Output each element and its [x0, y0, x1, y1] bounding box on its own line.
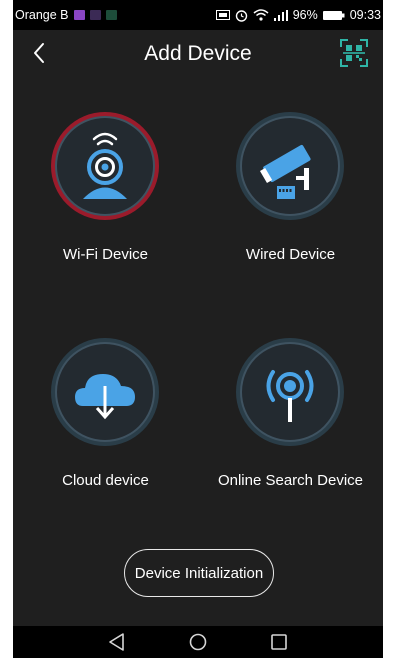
mail-notification-icon [89, 10, 101, 20]
option-online-search-device[interactable]: Online Search Device [198, 336, 383, 506]
square-recents-icon [271, 634, 287, 650]
system-nav-bar [13, 626, 383, 658]
option-cloud-device[interactable]: Cloud device [13, 336, 198, 506]
nav-recents-button[interactable] [267, 632, 291, 652]
page-title: Add Device [144, 42, 252, 65]
broadcast-antenna-icon [236, 338, 344, 446]
media-notification-icon [105, 10, 117, 20]
wired-camera-icon [236, 112, 344, 220]
nav-back-button[interactable] [105, 632, 129, 652]
option-label: Cloud device [62, 472, 149, 489]
battery-icon [322, 10, 345, 20]
option-wired-device[interactable]: Wired Device [198, 110, 383, 280]
cloud-download-icon [51, 338, 159, 446]
wifi-camera-icon [51, 112, 159, 220]
triangle-back-icon [109, 633, 124, 651]
app-notification-icon [73, 10, 85, 20]
nfc-icon [215, 10, 230, 20]
scan-qr-button[interactable] [339, 38, 369, 68]
signal-icon [273, 9, 288, 21]
status-right: 96% 09:33 [215, 8, 381, 22]
alarm-icon [235, 9, 247, 22]
carrier-name: Orange B [15, 8, 69, 22]
status-bar: Orange B 96% 09:33 [13, 0, 383, 30]
option-label: Wired Device [245, 246, 336, 263]
circle-home-icon [189, 633, 207, 651]
qr-scan-icon [340, 39, 368, 67]
option-wifi-device[interactable]: Wi-Fi Device [13, 110, 198, 280]
wifi-icon [253, 9, 269, 21]
status-left: Orange B [15, 8, 117, 22]
clock: 09:33 [349, 8, 381, 22]
option-label: Wi-Fi Device [63, 246, 148, 263]
battery-percent: 96% [292, 8, 318, 22]
header: Add Device [13, 30, 383, 78]
option-label: Online Search Device [217, 472, 364, 489]
device-initialization-button[interactable]: Device Initialization [124, 549, 274, 597]
phone-screen: Orange B 96% 09:33 Add Device Wi-Fi Devi… [13, 0, 383, 658]
nav-home-button[interactable] [186, 632, 210, 652]
